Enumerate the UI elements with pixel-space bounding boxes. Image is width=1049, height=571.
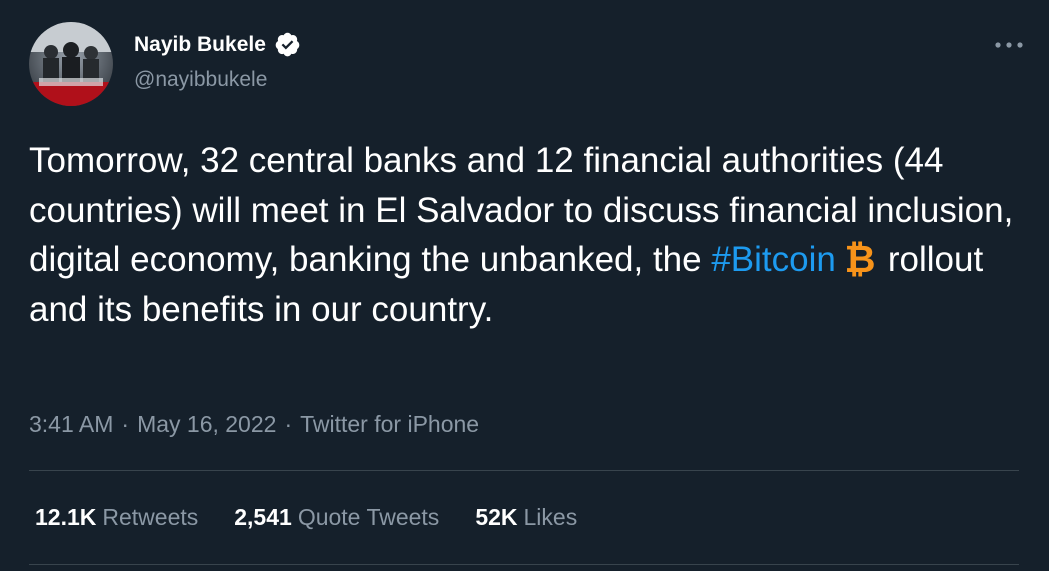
quote-tweets-count: 2,541	[234, 504, 292, 530]
tweet-text: Tomorrow, 32 central banks and 12 financ…	[29, 136, 1019, 334]
svg-text:₿: ₿	[844, 239, 875, 279]
retweets-count: 12.1K	[35, 504, 97, 530]
avatar[interactable]	[29, 22, 113, 106]
quote-tweets-label: Quote Tweets	[297, 504, 440, 530]
meta-separator: ·	[121, 411, 130, 437]
likes-count: 52K	[475, 504, 518, 530]
tweet-time[interactable]: 3:41 AM	[29, 411, 113, 438]
tweet-stats: 12.1K Retweets 2,541 Quote Tweets 52K Likes	[35, 504, 577, 531]
bitcoin-icon: ₿	[844, 239, 875, 279]
more-horizontal-icon	[995, 42, 1023, 48]
tweet-date[interactable]: May 16, 2022	[137, 411, 276, 438]
divider	[29, 564, 1019, 565]
verified-badge-icon	[275, 32, 300, 57]
tweet-source[interactable]: Twitter for iPhone	[300, 411, 479, 438]
profile-photo	[29, 22, 113, 106]
divider	[29, 470, 1019, 471]
retweets-label: Retweets	[102, 504, 199, 530]
tweet-meta: 3:41 AM · May 16, 2022 · Twitter for iPh…	[29, 411, 479, 438]
more-options-button[interactable]	[991, 30, 1027, 60]
likes-label: Likes	[523, 504, 578, 530]
likes-stat[interactable]: 52K Likes	[475, 504, 577, 531]
author-handle[interactable]: @nayibbukele	[134, 68, 267, 92]
quote-tweets-stat[interactable]: 2,541 Quote Tweets	[234, 504, 439, 531]
hashtag-link[interactable]: #Bitcoin	[711, 240, 836, 279]
author-name-row: Nayib Bukele	[134, 31, 301, 58]
author-name[interactable]: Nayib Bukele	[134, 33, 266, 57]
meta-separator: ·	[284, 411, 293, 437]
retweets-stat[interactable]: 12.1K Retweets	[35, 504, 198, 531]
